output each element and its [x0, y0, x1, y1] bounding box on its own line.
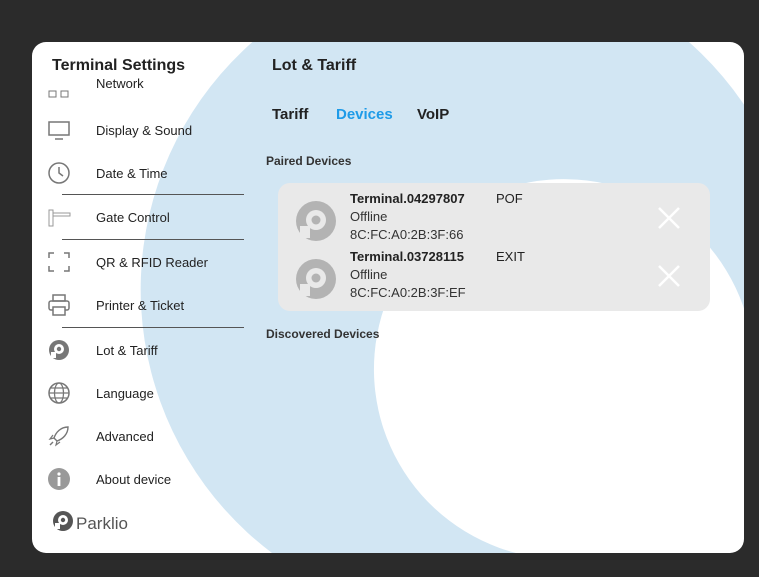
sidebar-item-label: About device: [96, 471, 172, 487]
device-status: Offline: [350, 267, 388, 282]
sidebar-item-label: Lot & Tariff: [96, 342, 158, 358]
rocket-icon: [47, 424, 71, 448]
sidebar-item-about-device[interactable]: About device: [32, 458, 247, 500]
sidebar-item-date-time[interactable]: Date & Time: [32, 152, 247, 194]
device-mac: 8C:FC:A0:2B:3F:EF: [350, 285, 466, 300]
remove-device-close-icon[interactable]: [656, 263, 682, 289]
parklio-logo-icon: [52, 510, 74, 537]
tab-voip[interactable]: VoIP: [417, 106, 449, 123]
device-type: POF: [496, 191, 523, 206]
monitor-icon: [47, 118, 71, 142]
globe-icon: [47, 381, 71, 405]
tab-tariff[interactable]: Tariff: [272, 106, 308, 123]
terminal-device-icon: [294, 199, 338, 243]
divider: [62, 239, 244, 240]
clock-icon: [47, 161, 71, 185]
page-title: Lot & Tariff: [272, 57, 357, 74]
sidebar-item-printer-ticket[interactable]: Printer & Ticket: [32, 284, 247, 326]
paired-devices-heading: Paired Devices: [266, 154, 352, 168]
brand-logo: Parklio: [52, 510, 128, 537]
device-name: Terminal.03728115: [350, 249, 464, 264]
sidebar-item-language[interactable]: Language: [32, 372, 247, 414]
brand-name: Parklio: [76, 513, 128, 533]
scanner-icon: [47, 250, 71, 274]
printer-icon: [47, 293, 71, 317]
sidebar-item-label: Gate Control: [96, 209, 170, 225]
network-icon: [47, 82, 71, 102]
sidebar-item-advanced[interactable]: Advanced: [32, 415, 247, 457]
discovered-devices-heading: Discovered Devices: [266, 327, 380, 341]
sidebar-item-label: QR & RFID Reader: [96, 254, 208, 270]
parklio-icon: [47, 338, 71, 362]
terminal-device-icon: [294, 257, 338, 301]
remove-device-close-icon[interactable]: [656, 205, 682, 231]
sidebar-item-lot-tariff[interactable]: Lot & Tariff: [32, 329, 247, 371]
device-mac: 8C:FC:A0:2B:3F:66: [350, 227, 464, 242]
sidebar-item-label: Network: [96, 76, 144, 91]
tab-devices[interactable]: Devices: [336, 106, 393, 123]
divider: [62, 327, 244, 328]
sidebar-item-gate-control[interactable]: Gate Control: [32, 196, 247, 238]
sidebar-item-qr-rfid-reader[interactable]: QR & RFID Reader: [32, 241, 247, 283]
divider: [62, 194, 244, 195]
sidebar-item-label: Advanced: [96, 428, 154, 444]
sidebar-item-label: Display & Sound: [96, 122, 193, 138]
list-item[interactable]: Terminal.03728115 EXIT Offline 8C:FC:A0:…: [278, 247, 710, 309]
list-item[interactable]: Terminal.04297807 POF Offline 8C:FC:A0:2…: [278, 185, 710, 247]
settings-panel: Terminal Settings Network Display & Soun…: [32, 42, 744, 553]
sidebar-item-label: Date & Time: [96, 165, 168, 181]
paired-devices-list: Terminal.04297807 POF Offline 8C:FC:A0:2…: [278, 183, 710, 311]
device-type: EXIT: [496, 249, 525, 264]
info-icon: [47, 467, 71, 491]
sidebar-item-label: Language: [96, 385, 154, 401]
sidebar-item-display-sound[interactable]: Display & Sound: [32, 109, 247, 151]
device-status: Offline: [350, 209, 388, 224]
sidebar-item-network[interactable]: Network: [32, 72, 247, 102]
sidebar: Terminal Settings Network Display & Soun…: [32, 42, 247, 553]
barrier-gate-icon: [47, 205, 71, 229]
sidebar-item-label: Printer & Ticket: [96, 297, 185, 313]
device-name: Terminal.04297807: [350, 191, 465, 206]
